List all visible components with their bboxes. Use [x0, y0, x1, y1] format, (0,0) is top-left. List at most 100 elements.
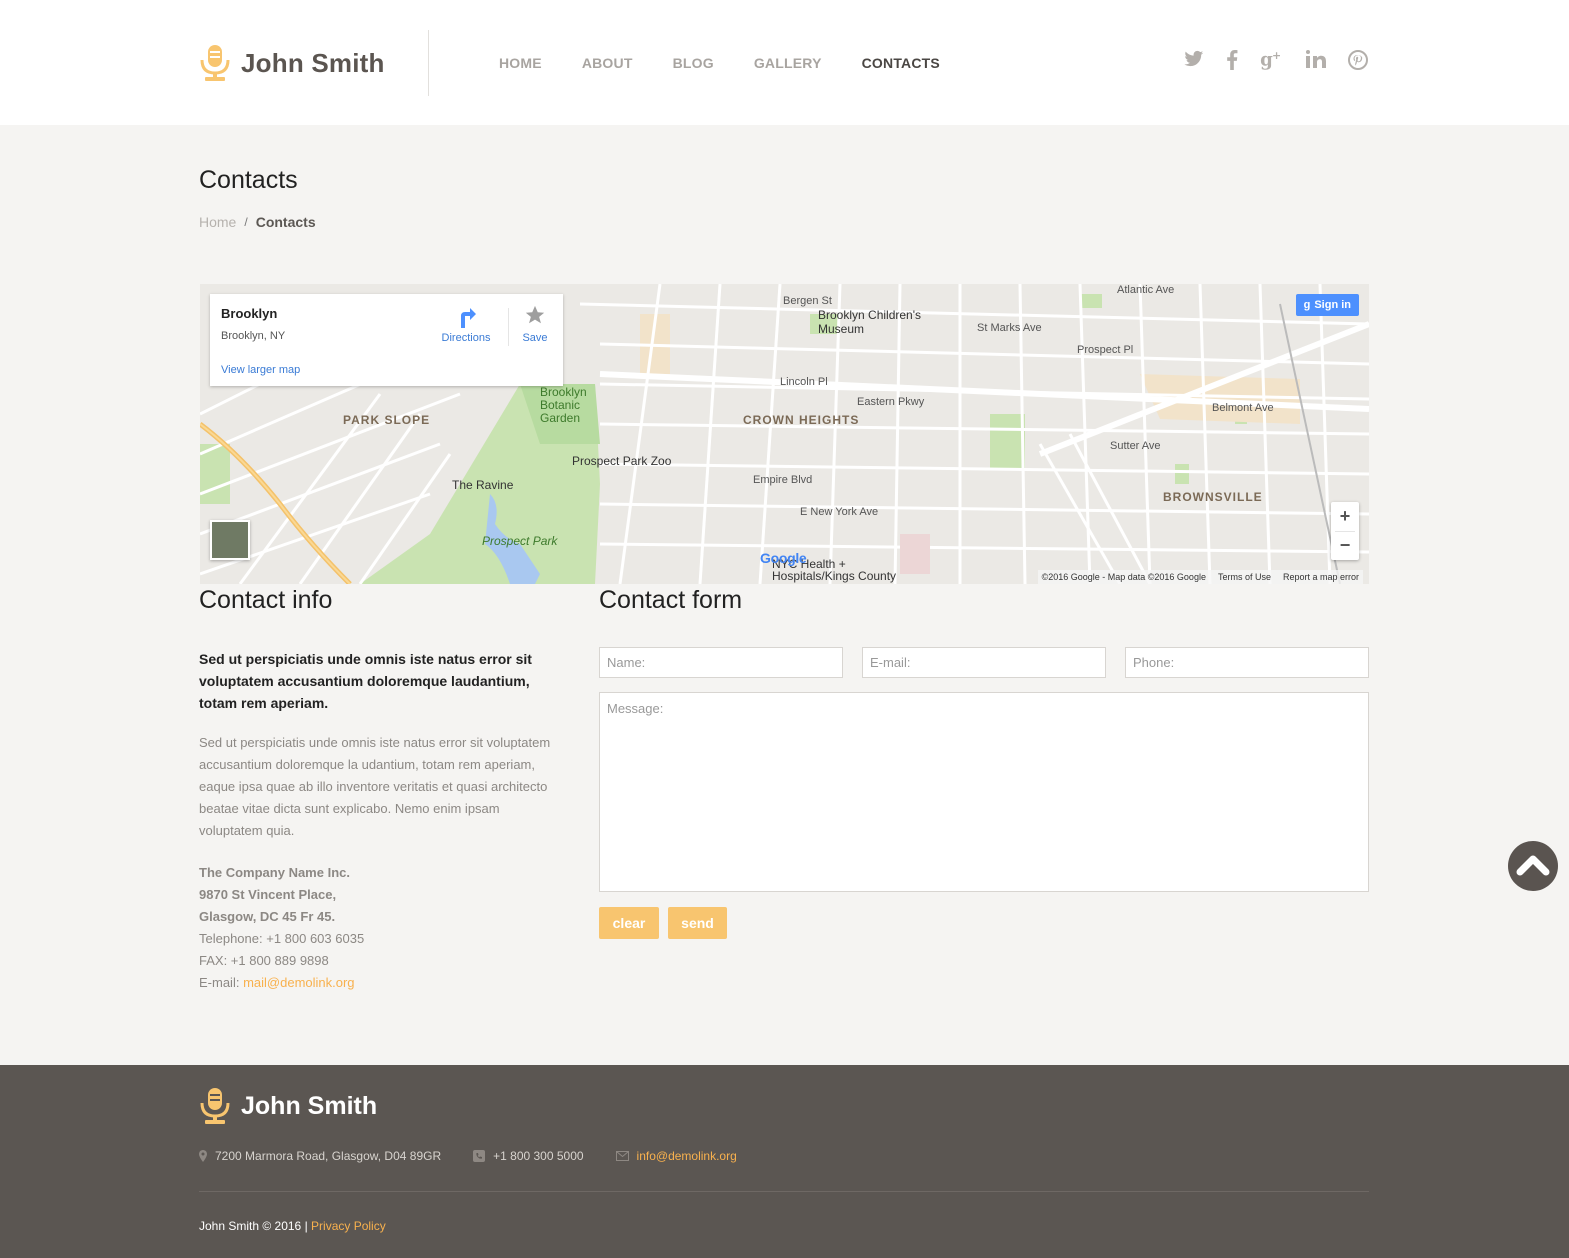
- company-city: Glasgow, DC 45 Fr 45.: [199, 909, 336, 924]
- contact-form-title: Contact form: [599, 586, 743, 614]
- page-title: Contacts: [199, 166, 298, 194]
- map-sign-in-button[interactable]: g Sign in: [1295, 294, 1359, 316]
- place-title: Brooklyn: [221, 306, 278, 321]
- company-telephone: Telephone: +1 800 603 6035: [199, 931, 365, 946]
- map-label-prospect-pl: Prospect Pl: [1077, 344, 1134, 356]
- footer-contacts: 7200 Marmora Road, Glasgow, D04 89GR +1 …: [199, 1149, 769, 1163]
- contact-info-body: Sed ut perspiciatis unde omnis iste natu…: [199, 735, 551, 838]
- map-label-childrens-museum: Brooklyn Children's Museum: [818, 308, 922, 336]
- breadcrumb-separator: /: [244, 215, 248, 229]
- map-label-zoo: Prospect Park Zoo: [572, 454, 672, 468]
- map-label-prospect-park: Prospect Park: [482, 534, 558, 548]
- microphone-icon: [200, 45, 230, 81]
- footer-brand-logo[interactable]: John Smith: [199, 1087, 377, 1125]
- directions-button[interactable]: Directions: [438, 306, 494, 344]
- map-label-empire-blvd: Empire Blvd: [753, 474, 813, 486]
- google-plus-icon[interactable]: g +: [1260, 50, 1284, 74]
- footer-divider: [199, 1191, 1369, 1192]
- copyright-text: John Smith © 2016 |: [199, 1219, 308, 1233]
- phone-field[interactable]: Phone:: [1125, 647, 1369, 678]
- map-label-sutter-ave: Sutter Ave: [1110, 440, 1161, 452]
- map-label-brownsville: BROWNSVILLE: [1163, 490, 1263, 504]
- footer-email: info@demolink.org: [615, 1149, 737, 1163]
- site-footer: John Smith 7200 Marmora Road, Glasgow, D…: [0, 1065, 1569, 1258]
- map-label-bergen-st: Bergen St: [783, 295, 832, 307]
- social-links: g +: [1162, 50, 1368, 74]
- nav-blog[interactable]: BLOG: [673, 55, 714, 71]
- brand-logo[interactable]: John Smith: [199, 44, 385, 82]
- company-fax: FAX: +1 800 889 9898: [199, 953, 329, 968]
- map-copyright: ©2016 Google - Map data ©2016 Google: [1041, 572, 1206, 582]
- map-label-st-marks: St Marks Ave: [977, 322, 1042, 334]
- message-field[interactable]: Message:: [599, 692, 1369, 892]
- footer-email-link[interactable]: info@demolink.org: [637, 1149, 737, 1163]
- place-subtitle: Brooklyn, NY: [221, 330, 286, 342]
- nav-contacts[interactable]: CONTACTS: [862, 55, 940, 71]
- view-larger-map-link[interactable]: View larger map: [221, 364, 300, 376]
- nav-home[interactable]: HOME: [499, 55, 542, 71]
- nav-about[interactable]: ABOUT: [582, 55, 633, 71]
- name-field[interactable]: Name:: [599, 647, 843, 678]
- twitter-icon[interactable]: [1184, 50, 1204, 74]
- email-label: E-mail:: [199, 975, 240, 990]
- company-email-row: E-mail: mail@demolink.org: [199, 972, 559, 994]
- breadcrumb-home[interactable]: Home: [199, 214, 236, 230]
- nav-gallery[interactable]: GALLERY: [754, 55, 822, 71]
- map-label-botanic-garden: Brooklyn Botanic Garden: [540, 385, 587, 425]
- map-label-crown-heights: CROWN HEIGHTS: [743, 413, 860, 427]
- map-place-card: Brooklyn Brooklyn, NY View larger map Di…: [210, 294, 563, 386]
- map-report-link[interactable]: Report a map error: [1283, 572, 1359, 582]
- breadcrumb-current: Contacts: [255, 214, 316, 230]
- footer-brand-name: John Smith: [241, 1091, 378, 1120]
- email-field[interactable]: E-mail:: [862, 647, 1106, 678]
- facebook-icon[interactable]: [1226, 50, 1238, 74]
- footer-copyright: John Smith © 2016 | Privacy Policy: [199, 1219, 386, 1233]
- clear-button[interactable]: clear: [599, 907, 659, 939]
- linkedin-icon[interactable]: [1306, 50, 1326, 74]
- main-nav: HOME ABOUT BLOG GALLERY CONTACTS: [499, 55, 980, 71]
- map-label-new-york-ave: E New York Ave: [800, 506, 879, 518]
- contact-info-lead: Sed ut perspiciatis unde omnis iste natu…: [199, 651, 532, 711]
- svg-text:+: +: [1272, 50, 1281, 62]
- google-g-icon: g: [1303, 299, 1311, 311]
- contact-info-title: Contact info: [199, 586, 333, 614]
- breadcrumb: Home / Contacts: [199, 214, 316, 230]
- company-street: 9870 St Vincent Place,: [199, 887, 337, 902]
- map-terms-link[interactable]: Terms of Use: [1218, 572, 1271, 582]
- brand-name: John Smith: [241, 47, 385, 78]
- back-to-top-button[interactable]: [1508, 841, 1558, 891]
- star-icon: [525, 305, 545, 324]
- company-name: The Company Name Inc.: [199, 865, 350, 880]
- envelope-icon: [615, 1151, 629, 1161]
- directions-label: Directions: [441, 332, 491, 344]
- contact-address: The Company Name Inc. 9870 St Vincent Pl…: [199, 862, 559, 994]
- privacy-policy-link[interactable]: Privacy Policy: [311, 1219, 386, 1233]
- map-label-belmont-ave: Belmont Ave: [1212, 402, 1274, 414]
- microphone-icon: [200, 1088, 230, 1124]
- company-email-link[interactable]: mail@demolink.org: [243, 975, 354, 990]
- phone-icon: [473, 1150, 486, 1162]
- map-label-eastern-pkwy: Eastern Pkwy: [857, 396, 925, 408]
- save-button[interactable]: Save: [515, 304, 555, 344]
- map-pin-icon: [199, 1150, 207, 1162]
- map-label-lincoln-pl: Lincoln Pl: [780, 376, 828, 388]
- footer-address: 7200 Marmora Road, Glasgow, D04 89GR: [199, 1149, 441, 1163]
- zoom-in-button[interactable]: +: [1331, 502, 1359, 531]
- map-attribution: ©2016 Google - Map data ©2016 Google Ter…: [1037, 570, 1363, 584]
- chevron-up-icon: [1516, 855, 1550, 876]
- card-divider: [508, 308, 509, 346]
- directions-icon: [461, 308, 476, 328]
- map-label-atlantic-ave: Atlantic Ave: [1117, 284, 1175, 296]
- footer-phone-text: +1 800 300 5000: [493, 1149, 584, 1163]
- map-label-ravine: The Ravine: [452, 478, 514, 492]
- map-zoom-control: + −: [1331, 502, 1359, 560]
- satellite-toggle[interactable]: [210, 520, 250, 560]
- save-label: Save: [522, 332, 548, 344]
- send-button[interactable]: send: [668, 907, 727, 939]
- map-label-park-slope: PARK SLOPE: [343, 413, 431, 427]
- google-map[interactable]: PARK SLOPE CROWN HEIGHTS BROWNSVILLE Bro…: [200, 284, 1369, 584]
- sign-in-label: Sign in: [1314, 299, 1351, 311]
- zoom-out-button[interactable]: −: [1331, 532, 1359, 560]
- pinterest-icon[interactable]: [1348, 50, 1368, 74]
- footer-address-text: 7200 Marmora Road, Glasgow, D04 89GR: [215, 1149, 442, 1163]
